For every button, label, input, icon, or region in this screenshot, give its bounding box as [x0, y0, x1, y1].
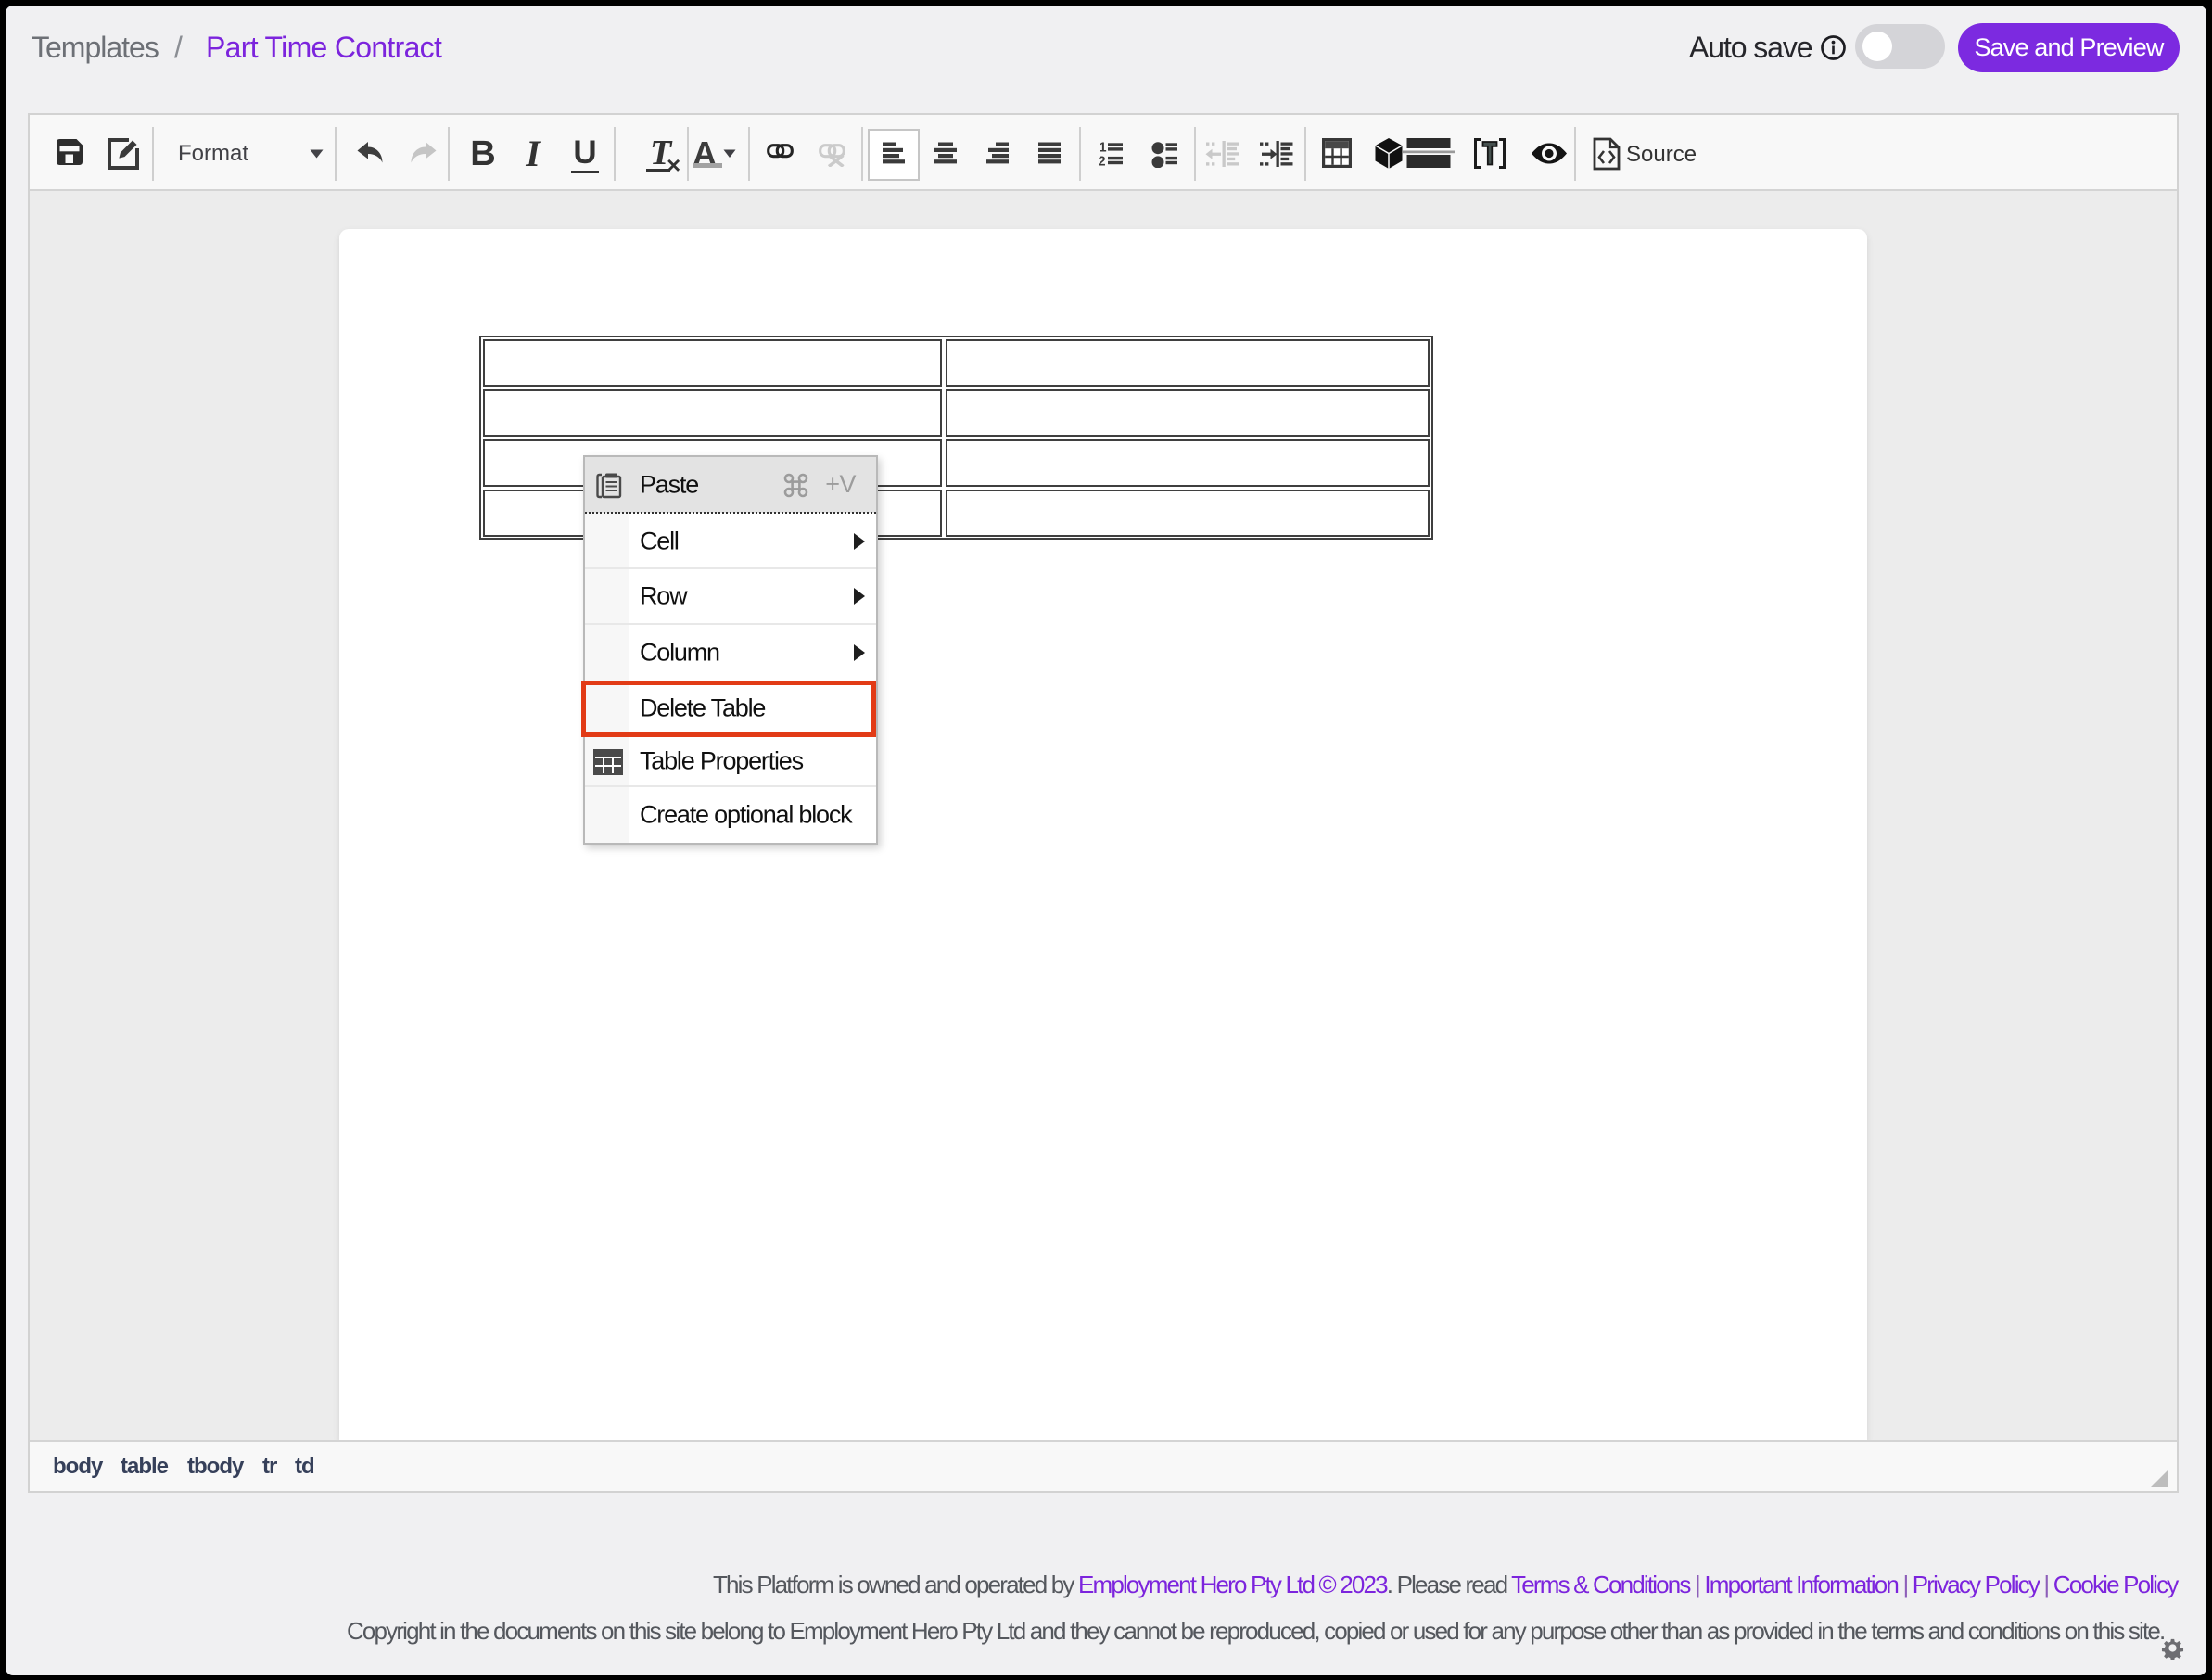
svg-text:2: 2 — [1099, 154, 1106, 168]
svg-text:1: 1 — [1100, 141, 1107, 156]
